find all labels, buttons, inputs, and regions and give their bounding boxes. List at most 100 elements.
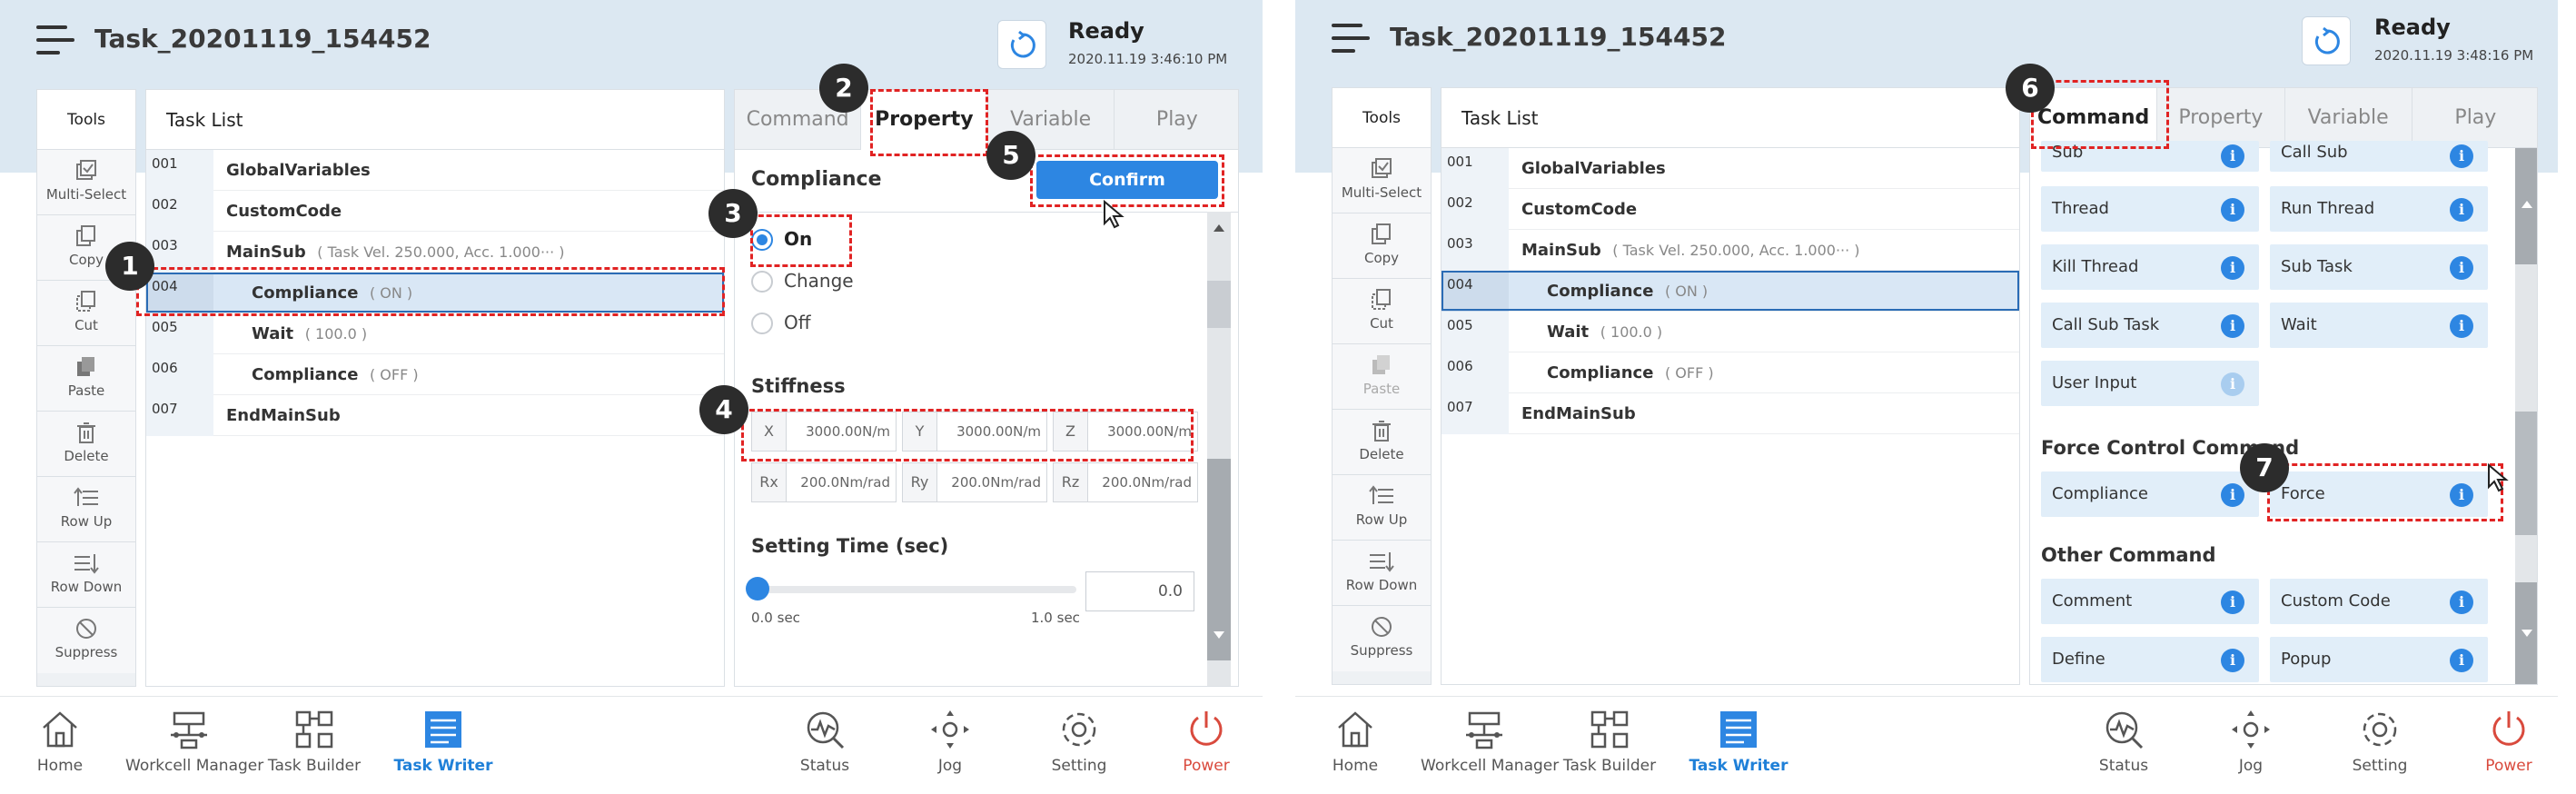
paste-button[interactable]: Paste [37,346,135,412]
nav-power[interactable]: Power [2445,708,2558,775]
info-icon[interactable]: i [2450,591,2473,614]
setting-time-input[interactable]: 0.0 [1085,571,1194,611]
status-refresh-button[interactable] [2302,16,2351,65]
suppress-button[interactable]: Suppress [1333,606,1431,671]
info-icon[interactable]: i [2221,314,2244,338]
command-custom-code[interactable]: Custom Code i [2270,579,2488,624]
table-row[interactable]: 007 EndMainSub [146,395,724,436]
info-icon[interactable]: i [2221,591,2244,614]
tab-variable[interactable]: Variable [2284,88,2413,148]
row-command: MainSub ( Task Vel. 250.000, Acc. 1.000·… [1521,241,1860,260]
nav-setting[interactable]: Setting [2316,708,2443,775]
nav-setting[interactable]: Setting [1016,708,1143,775]
info-icon[interactable]: i [2221,256,2244,280]
table-row[interactable]: 002 CustomCode [146,191,724,232]
table-row[interactable]: 005 Wait ( 100.0 ) [1442,312,2019,352]
info-icon[interactable]: i [2221,144,2244,168]
command-thread[interactable]: Thread i [2041,186,2259,232]
table-row[interactable]: 007 EndMainSub [1442,393,2019,434]
delete-button[interactable]: Delete [37,412,135,477]
setting-time-slider-track[interactable] [758,586,1076,593]
table-row[interactable]: 005 Wait ( 100.0 ) [146,313,724,354]
nav-task-builder[interactable]: Task Builder [1546,708,1673,775]
nav-jog[interactable]: Jog [887,708,1014,775]
table-row[interactable]: 006 Compliance ( OFF ) [146,354,724,395]
table-row[interactable]: 001 GlobalVariables [1442,148,2019,189]
info-icon[interactable]: i [2450,144,2473,168]
row-up-icon [1369,485,1393,504]
table-row[interactable]: 006 Compliance ( OFF ) [1442,352,2019,393]
menu-icon[interactable] [1332,24,1370,55]
info-icon[interactable]: i [2450,198,2473,222]
paste-icon [1372,355,1390,374]
tools-panel: Tools Multi-Select Copy Cut Paste Delete… [36,89,136,687]
command-wait[interactable]: Wait i [2270,303,2488,348]
row-down-button[interactable]: Row Down [1333,541,1431,606]
info-icon[interactable]: i [2450,314,2473,338]
menu-icon[interactable] [36,25,74,56]
row-command: EndMainSub [1521,404,1636,423]
scroll-up-icon[interactable] [1214,224,1224,232]
table-row[interactable]: 002 CustomCode [1442,189,2019,230]
command-sub-task[interactable]: Sub Task i [2270,244,2488,290]
nav-status[interactable]: Status [2060,708,2187,775]
row-number: 007 [146,395,213,436]
info-icon[interactable]: i [2221,649,2244,672]
scroll-down-icon[interactable] [2522,630,2532,637]
command-kill-thread[interactable]: Kill Thread i [2041,244,2259,290]
nav-task-writer[interactable]: Task Writer [1675,708,1802,775]
nav-power[interactable]: Power [1143,708,1263,775]
nav-task-writer[interactable]: Task Writer [380,708,507,775]
nav-home[interactable]: Home [1295,708,1419,775]
multi-select-button[interactable]: Multi-Select [1333,148,1431,213]
nav-workcell-manager[interactable]: Workcell Manager [1421,708,1559,775]
info-icon[interactable]: i [2221,483,2244,507]
table-row[interactable]: 001 GlobalVariables [146,150,724,191]
nav-workcell-manager[interactable]: Workcell Manager [125,708,263,775]
suppress-button[interactable]: Suppress [37,608,135,673]
delete-button[interactable]: Delete [1333,410,1431,475]
command-comment[interactable]: Comment i [2041,579,2259,624]
row-up-button[interactable]: Row Up [1333,475,1431,541]
tab-play[interactable]: Play [1114,90,1238,150]
table-row[interactable]: 003 MainSub ( Task Vel. 250.000, Acc. 1.… [1442,230,2019,271]
scroll-down-icon[interactable] [1214,631,1224,639]
scroll-up-icon[interactable] [2522,201,2532,208]
command-compliance[interactable]: Compliance i [2041,471,2259,517]
info-icon[interactable]: i [2450,649,2473,672]
command-call-sub[interactable]: Call Sub i [2270,141,2488,172]
status-refresh-button[interactable] [997,20,1046,69]
table-row-selected[interactable]: 004 Compliance ( ON ) [1442,271,2019,312]
stiffness-rx-field[interactable]: Rx 200.0Nm/rad [751,462,897,502]
command-popup[interactable]: Popup i [2270,637,2488,682]
info-icon[interactable]: i [2221,198,2244,222]
cut-button[interactable]: Cut [37,281,135,346]
nav-status[interactable]: Status [761,708,888,775]
nav-jog[interactable]: Jog [2187,708,2314,775]
tab-play[interactable]: Play [2412,88,2537,148]
command-define[interactable]: Define i [2041,637,2259,682]
stiffness-ry-field[interactable]: Ry 200.0Nm/rad [902,462,1047,502]
tool-label: Row Down [50,579,123,595]
nav-task-builder[interactable]: Task Builder [251,708,378,775]
paste-button[interactable]: Paste [1333,344,1431,410]
setting-time-slider-handle[interactable] [746,577,769,600]
row-down-button[interactable]: Row Down [37,542,135,608]
nav-label: Setting [1051,757,1107,775]
copy-button[interactable]: Copy [1333,213,1431,279]
multi-select-button[interactable]: Multi-Select [37,150,135,215]
stiffness-rz-field[interactable]: Rz 200.0Nm/rad [1053,462,1198,502]
info-icon[interactable]: i [2221,372,2244,396]
nav-home[interactable]: Home [0,708,124,775]
row-up-button[interactable]: Row Up [37,477,135,542]
scroll-thumb[interactable] [1207,459,1231,660]
command-user-input[interactable]: User Input i [2041,361,2259,406]
property-scrollbar[interactable] [1207,212,1231,686]
command-call-sub-task[interactable]: Call Sub Task i [2041,303,2259,348]
command-run-thread[interactable]: Run Thread i [2270,186,2488,232]
cut-button[interactable]: Cut [1333,279,1431,344]
command-scrollbar[interactable] [2515,148,2537,684]
tab-property[interactable]: Property [2157,88,2285,148]
info-icon[interactable]: i [2450,256,2473,280]
step-marker-3: 3 [708,189,758,238]
